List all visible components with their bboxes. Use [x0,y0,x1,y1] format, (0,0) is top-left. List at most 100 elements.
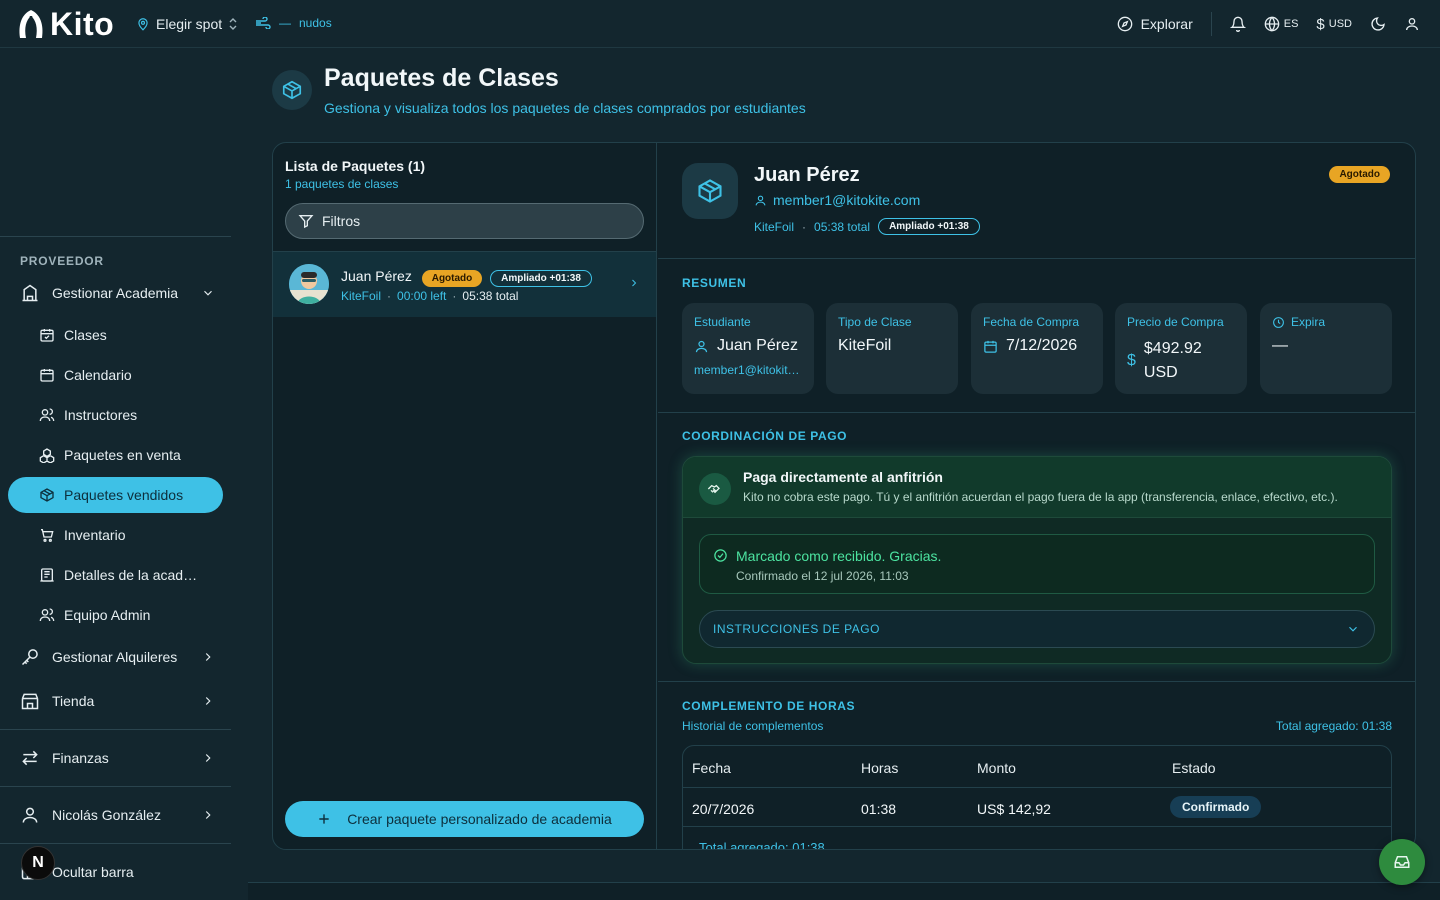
footer-strip [248,882,1440,900]
user-icon [754,194,767,207]
store-icon [20,691,40,711]
separator-dot: · [802,219,807,234]
n-badge[interactable]: N [21,846,55,880]
purchase-price: $492.92 [1143,340,1202,357]
detail-total: 05:38 total [814,219,871,234]
filter-button[interactable]: Filtros [285,203,644,239]
building-icon [20,283,40,303]
chevron-right-icon [628,277,640,289]
purchase-date: 7/12/2026 [1006,337,1078,354]
sidebar-section-label: PROVEEDOR [20,254,104,268]
chevron-down-icon [1346,622,1360,636]
globe-icon [1264,16,1280,32]
chevron-up-down-icon [228,18,238,30]
price-text: $492.92 USD [1144,337,1202,385]
list-item-meta: KiteFoil · 00:00 left · 05:38 total [341,289,518,303]
create-package-button[interactable]: Crear paquete personalizado de academia [285,801,644,837]
sidebar-item-academy[interactable]: Gestionar Academia [8,275,223,311]
list-item-name: Juan Pérez Agotado Ampliado +01:38 [341,268,592,287]
spot-selector[interactable]: Elegir spot [136,16,238,32]
language-selector[interactable]: ES [1264,16,1299,32]
wind-value: — [279,16,291,30]
user-icon [1404,16,1420,32]
class-type-value: KiteFoil [838,337,892,354]
section-divider [658,681,1415,682]
sidebar-item-packages-for-sale[interactable]: Paquetes en venta [8,437,223,473]
complement-total: Total agregado: 01:38 [1275,719,1392,733]
purchase-currency: USD [1143,364,1178,381]
sidebar-item-label: Paquetes vendidos [64,487,184,503]
separator-dot: · [387,289,392,303]
detail-icon [682,163,738,219]
sidebar-item-admin-team[interactable]: Equipo Admin [8,597,223,633]
inbox-button[interactable] [1379,839,1425,885]
sidebar-item-label: Detalles de la acad… [64,567,198,583]
received-status: Marcado como recibido. Gracias. Confirma… [699,534,1375,594]
handshake-icon [699,473,731,505]
calendar-icon [983,339,998,354]
filter-label: Filtros [322,213,361,229]
sidebar-item-finance[interactable]: Finanzas [8,740,223,776]
wind-indicator[interactable]: — nudos [255,16,332,30]
sidebar-item-label: Gestionar Alquileres [52,649,178,665]
theme-toggle[interactable] [1370,16,1386,32]
currency-code: USD [1328,18,1352,30]
separator-dot: · [452,289,457,303]
main-panel: Lista de Paquetes (1) 1 paquetes de clas… [272,142,1416,850]
notifications-button[interactable] [1229,16,1246,32]
arrows-icon [20,748,40,768]
sidebar-item-instructors[interactable]: Instructores [8,397,223,433]
user-icon [20,805,40,825]
list-item[interactable]: Juan Pérez Agotado Ampliado +01:38 KiteF… [273,252,656,317]
sidebar-divider [0,843,231,844]
sidebar-item-label: Nicolás González [52,807,161,823]
sidebar-item-user[interactable]: Nicolás González [8,797,223,833]
kite-logo-icon [16,8,46,42]
spot-label: Elegir spot [156,16,223,32]
student-email: member1@kitokite.com [694,363,802,377]
package-detail: Juan Pérez member1@kitokite.com KiteFoil… [658,143,1415,850]
sidebar-item-packages-sold[interactable]: Paquetes vendidos [8,477,223,513]
detail-status-badge: Agotado [1329,164,1390,183]
page-header-icon [272,70,312,110]
list-item-student: Juan Pérez [341,268,412,284]
payment-box: Paga directamente al anfitrión Kito no c… [682,456,1392,664]
sidebar-item-store[interactable]: Tienda [8,683,223,719]
filter-icon [298,213,314,229]
chevron-down-icon [201,286,215,300]
check-circle-icon [713,548,728,563]
details-icon [39,567,55,583]
calendar-icon [39,367,55,383]
sidebar-item-rentals[interactable]: Gestionar Alquileres [8,639,223,675]
expires-card: Expira — [1260,303,1392,394]
extended-badge: Ampliado +01:38 [490,270,592,287]
complement-table: Fecha Horas Monto Estado 20/7/2026 01:38… [682,745,1392,850]
sidebar-item-label: Ocultar barra [52,864,134,880]
row-divider [683,826,1391,827]
card-value: Juan Pérez [694,337,802,355]
currency-selector[interactable]: $ USD [1316,16,1352,33]
language-code: ES [1283,18,1299,30]
sidebar-item-label: Tienda [52,693,95,709]
class-type-card: Tipo de Clase KiteFoil [826,303,958,394]
payment-instructions-toggle[interactable]: INSTRUCCIONES DE PAGO [699,610,1375,648]
sidebar-item-classes[interactable]: Clases [8,317,223,353]
sidebar-item-inventory[interactable]: Inventario [8,517,223,553]
sidebar-item-label: Equipo Admin [64,607,151,623]
extended-badge: Ampliado +01:38 [878,218,980,235]
sidebar: PROVEEDOR Gestionar Academia Clases Cale… [0,48,231,900]
sidebar-item-academy-details[interactable]: Detalles de la acad… [8,557,223,593]
wind-icon [255,17,271,29]
explore-button[interactable]: Explorar [1117,12,1212,36]
row-divider [683,787,1391,788]
moon-icon [1370,16,1386,32]
chevron-right-icon [201,650,215,664]
purchase-price-card: Precio de Compra $ $492.92 USD [1115,303,1247,394]
table-footer-total: Total agregado: 01:38 [699,840,825,850]
sidebar-item-calendar[interactable]: Calendario [8,357,223,393]
status-badge: Confirmado [1170,796,1262,818]
key-icon [20,647,40,667]
logo[interactable]: Kito [16,6,114,43]
detail-email: member1@kitokite.com [754,192,920,208]
profile-button[interactable] [1404,16,1420,32]
